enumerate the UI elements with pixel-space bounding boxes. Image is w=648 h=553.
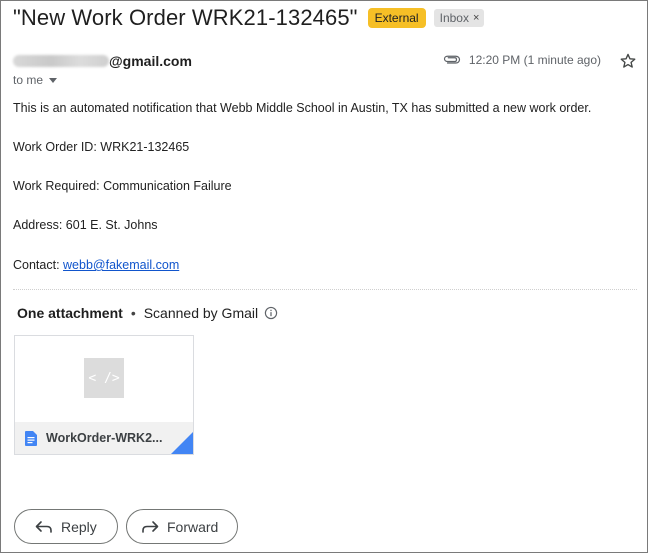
code-icon: < /> bbox=[84, 358, 124, 398]
sender-email[interactable]: @gmail.com bbox=[109, 53, 192, 69]
attachment-card[interactable]: < /> WorkOrder-WRK2... bbox=[14, 335, 194, 455]
body-intro: This is an automated notification that W… bbox=[13, 101, 592, 115]
attachments-divider bbox=[13, 289, 637, 290]
remove-label-icon[interactable]: × bbox=[473, 11, 479, 25]
body-contact: Contact: webb@fakemail.com bbox=[13, 258, 179, 272]
inbox-label[interactable]: Inbox × bbox=[433, 9, 485, 27]
star-icon[interactable] bbox=[619, 52, 637, 70]
reply-icon bbox=[35, 520, 52, 533]
reply-label: Reply bbox=[61, 518, 97, 535]
contact-email-link[interactable]: webb@fakemail.com bbox=[63, 258, 179, 272]
email-subject: "New Work Order WRK21-132465" bbox=[13, 5, 358, 30]
forward-label: Forward bbox=[167, 518, 219, 535]
body-work-order-id: Work Order ID: WRK21-132465 bbox=[13, 140, 190, 154]
doc-icon bbox=[25, 430, 37, 446]
sender-name-redacted bbox=[13, 55, 109, 67]
attachment-filename: WorkOrder-WRK2... bbox=[46, 431, 163, 445]
recipient-label: to me bbox=[13, 73, 44, 87]
paperclip-icon bbox=[443, 55, 461, 64]
chevron-down-icon[interactable] bbox=[49, 77, 58, 83]
sender[interactable]: @gmail.com bbox=[13, 52, 192, 70]
attachments-header: One attachment • Scanned by Gmail bbox=[17, 305, 278, 321]
info-icon[interactable] bbox=[264, 306, 278, 320]
attachments-title: One attachment bbox=[17, 305, 123, 321]
inbox-label-text: Inbox bbox=[439, 11, 469, 25]
message-meta: 12:20 PM (1 minute ago) bbox=[443, 53, 601, 67]
email-view: "New Work Order WRK21-132465" External I… bbox=[0, 0, 648, 553]
timestamp: 12:20 PM (1 minute ago) bbox=[468, 53, 601, 67]
attachment-preview: < /> bbox=[15, 336, 193, 422]
forward-button[interactable]: Forward bbox=[126, 509, 238, 544]
contact-label: Contact: bbox=[13, 258, 64, 272]
body-address: Address: 601 E. St. Johns bbox=[13, 218, 158, 232]
subject-row: "New Work Order WRK21-132465" External I… bbox=[13, 4, 485, 32]
attachments-separator: • bbox=[130, 305, 136, 321]
forward-icon bbox=[142, 520, 159, 533]
recipient-details[interactable]: to me bbox=[13, 73, 58, 87]
file-type-corner bbox=[171, 432, 193, 454]
body-work-required: Work Required: Communication Failure bbox=[13, 179, 232, 193]
scanned-by-gmail: Scanned by Gmail bbox=[143, 305, 259, 321]
reply-button[interactable]: Reply bbox=[14, 509, 118, 544]
external-label: External bbox=[367, 8, 426, 28]
